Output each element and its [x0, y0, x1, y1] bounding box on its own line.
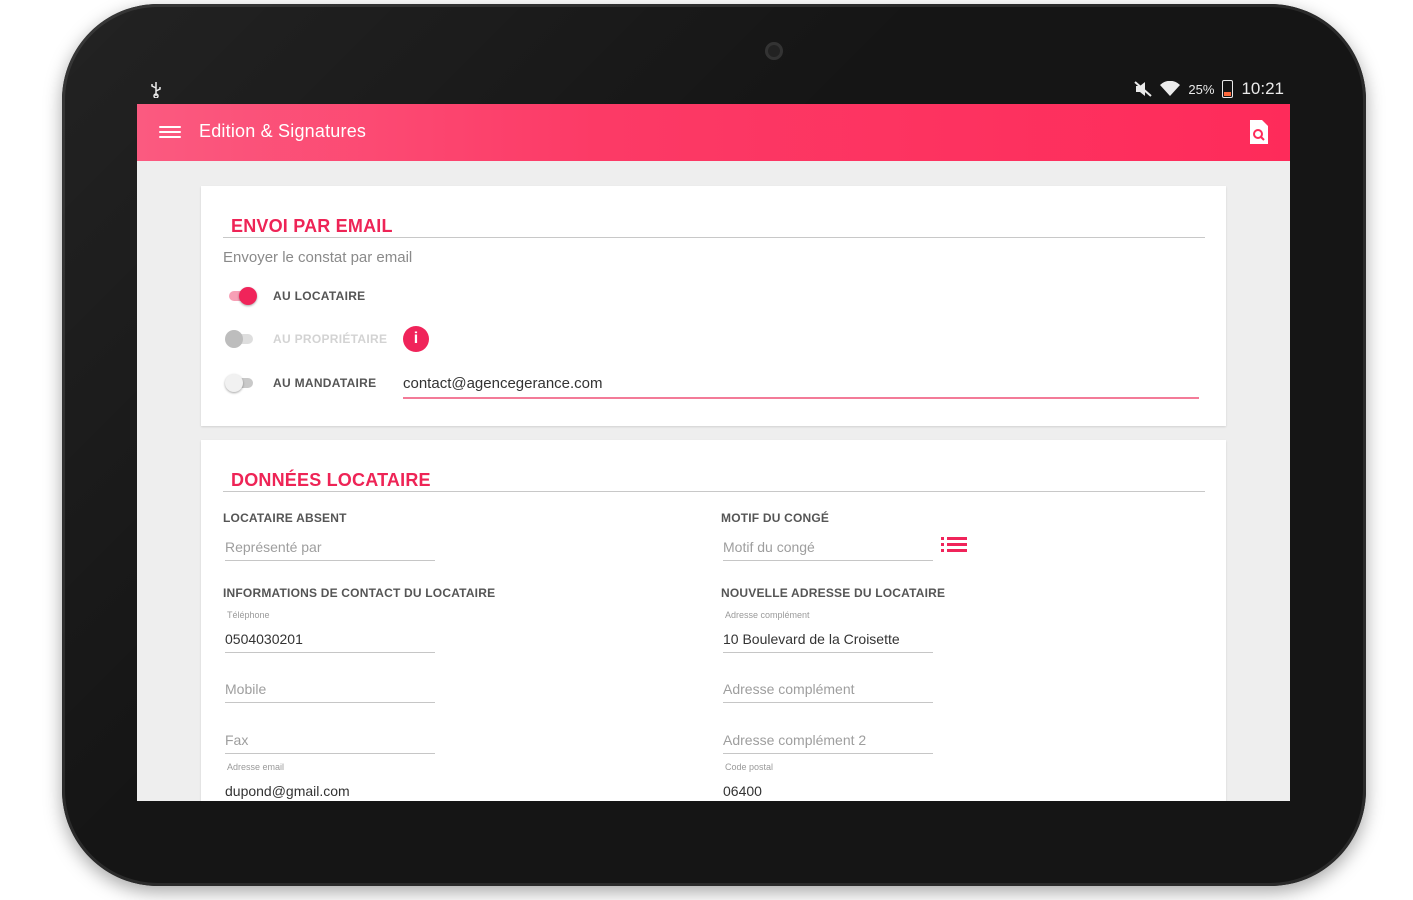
section-title-tenant: DONNÉES LOCATAIRE — [231, 470, 431, 490]
status-bar: 25% 10:21 — [137, 76, 1290, 104]
contact-info-label: INFORMATIONS DE CONTACT DU LOCATAIRE — [223, 586, 496, 600]
mobile-input[interactable] — [225, 676, 435, 703]
wifi-icon — [1160, 81, 1181, 96]
email-float-label: Adresse email — [227, 762, 285, 772]
usb-icon — [151, 82, 161, 98]
fax-input[interactable] — [225, 727, 435, 754]
leave-reason-input[interactable] — [723, 534, 933, 561]
phone-input[interactable] — [225, 626, 435, 653]
email-card: ENVOI PAR EMAIL Envoyer le constat par e… — [201, 186, 1226, 426]
tenant-card: DONNÉES LOCATAIRE LOCATAIRE ABSENT INFOR… — [201, 440, 1226, 801]
phone-float-label: Téléphone — [227, 610, 270, 620]
battery-icon — [1222, 80, 1234, 98]
address-complement-input[interactable] — [723, 676, 933, 703]
menu-icon[interactable] — [159, 123, 181, 141]
section-divider — [223, 491, 1205, 492]
new-address-label: NOUVELLE ADRESSE DU LOCATAIRE — [721, 586, 946, 600]
section-title-email: ENVOI PAR EMAIL — [231, 216, 393, 236]
clock: 10:21 — [1241, 79, 1284, 98]
switch-mandataire[interactable] — [225, 374, 257, 392]
info-icon[interactable]: i — [403, 326, 429, 352]
section-divider — [223, 237, 1205, 238]
toggle-row-proprietaire: AU PROPRIÉTAIRE — [225, 327, 387, 351]
toggle-row-locataire: AU LOCATAIRE — [225, 284, 365, 308]
status-icons: 25% 10:21 — [1134, 79, 1284, 99]
toggle-label-locataire: AU LOCATAIRE — [273, 289, 366, 303]
toggle-label-mandataire: AU MANDATAIRE — [273, 376, 377, 390]
document-preview-icon[interactable] — [1248, 119, 1270, 145]
app-screen: Edition & Signatures ENVOI PAR EMAIL Env… — [137, 104, 1290, 801]
toggle-label-proprietaire: AU PROPRIÉTAIRE — [273, 332, 388, 346]
address-input[interactable] — [723, 626, 933, 653]
tenant-email-input[interactable] — [225, 778, 435, 801]
address-float-label: Adresse complément — [725, 610, 810, 620]
app-bar: Edition & Signatures — [137, 104, 1290, 161]
battery-percent: 25% — [1188, 81, 1215, 97]
postal-float-label: Code postal — [725, 762, 774, 772]
app-title: Edition & Signatures — [199, 121, 367, 141]
mandataire-email-input[interactable] — [403, 369, 1199, 399]
address-complement2-input[interactable] — [723, 727, 933, 754]
toggle-row-mandataire: AU MANDATAIRE — [225, 371, 376, 395]
leave-reason-label: MOTIF DU CONGÉ — [721, 511, 830, 525]
postal-code-input[interactable] — [723, 778, 933, 801]
represented-by-input[interactable] — [225, 534, 435, 561]
switch-proprietaire[interactable] — [225, 330, 257, 348]
switch-locataire[interactable] — [225, 287, 257, 305]
email-subtitle: Envoyer le constat par email — [223, 249, 413, 266]
mute-icon — [1134, 81, 1153, 97]
camera — [765, 42, 783, 60]
list-icon[interactable] — [941, 536, 967, 554]
absent-label: LOCATAIRE ABSENT — [223, 511, 347, 525]
